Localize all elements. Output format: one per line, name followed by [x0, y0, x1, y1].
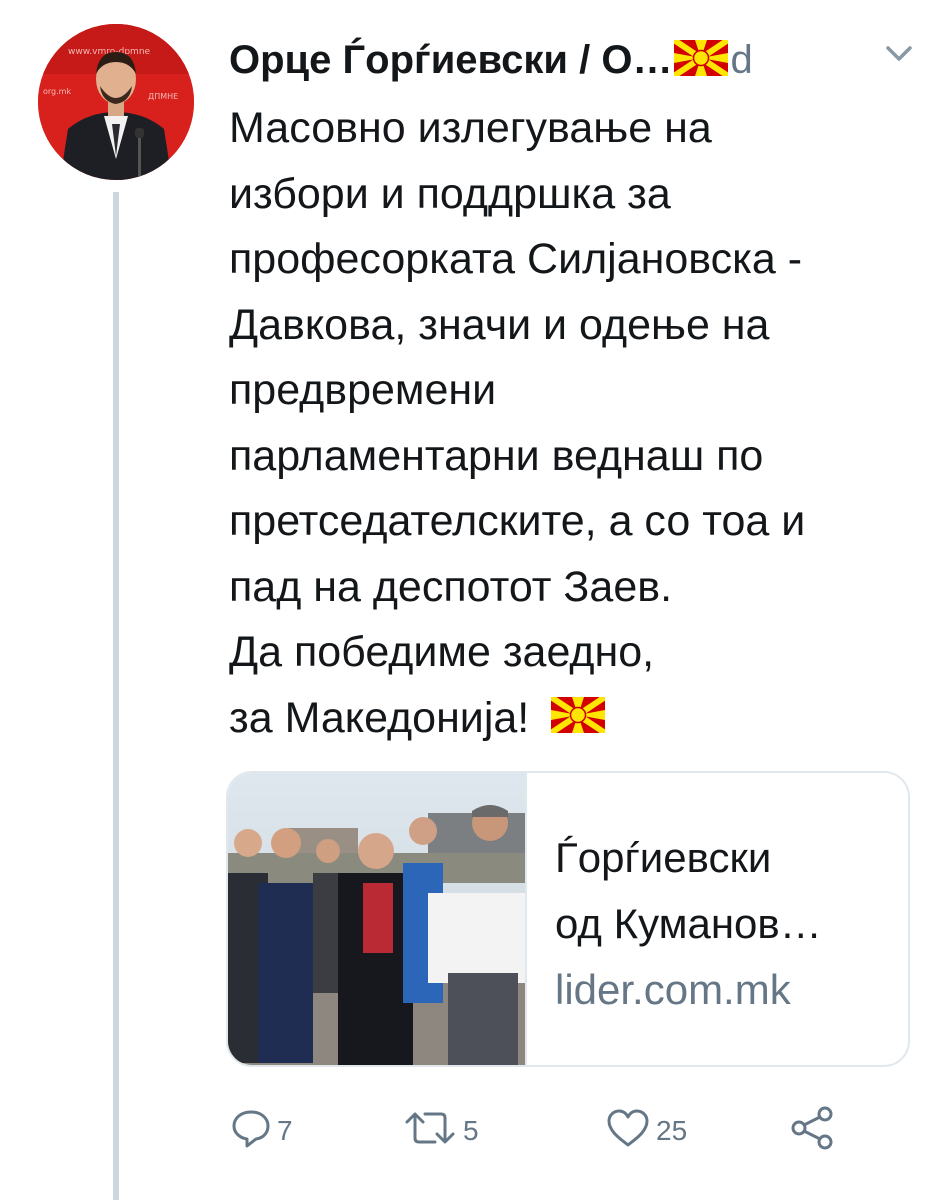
- thread-line: [113, 192, 119, 1200]
- share-icon: [789, 1106, 837, 1155]
- share-button[interactable]: [789, 1106, 837, 1155]
- tweet-line: Давкова, значи и одење на: [229, 300, 770, 349]
- tweet-header: Орце Ѓорѓиевски / О… d: [229, 30, 919, 90]
- chevron-down-icon[interactable]: [879, 34, 919, 74]
- tweet-text: Масовно излегување на избори и поддршка …: [229, 96, 929, 753]
- author-name[interactable]: Орце Ѓорѓиевски / О…: [229, 38, 672, 83]
- like-count: 25: [656, 1114, 688, 1146]
- tweet-line: претседателските, а со тоа и: [229, 497, 806, 545]
- tweet-line: избори и поддршка за: [229, 169, 671, 218]
- tweet-line-last: за Македонија!: [229, 686, 929, 753]
- tweet-line: пад на деспотот Заев.: [229, 562, 673, 611]
- tweet-line: предвремени: [229, 366, 497, 414]
- reply-button[interactable]: 7: [229, 1106, 293, 1155]
- tweet-time[interactable]: d: [730, 38, 752, 83]
- link-card[interactable]: Ѓорѓиевски од Куманов… lider.com.mk: [226, 771, 910, 1067]
- retweet-icon: [401, 1106, 459, 1155]
- svg-text:org.mk: org.mk: [43, 87, 71, 96]
- card-title-line: Ѓорѓиевски: [555, 834, 772, 881]
- svg-text:ДПМНЕ: ДПМНЕ: [148, 92, 178, 101]
- reply-count: 7: [277, 1114, 293, 1146]
- reply-icon: [229, 1106, 273, 1155]
- tweet-actions: 7 5 25: [229, 1098, 879, 1158]
- tweet-line: професорката Силјановска -: [229, 235, 803, 283]
- avatar[interactable]: www.vmro-dpmne org.mk ДПМНЕ: [38, 24, 194, 180]
- avatar-image: www.vmro-dpmne org.mk ДПМНЕ: [38, 24, 194, 180]
- retweet-button[interactable]: 5: [401, 1106, 479, 1155]
- tweet-line: за Македонија!: [229, 693, 530, 742]
- retweet-count: 5: [463, 1114, 479, 1146]
- card-image: [228, 773, 527, 1065]
- card-title-line: од Куманов…: [555, 900, 822, 947]
- card-domain: lider.com.mk: [555, 966, 791, 1013]
- tweet-line: Да победиме заедно,: [229, 628, 655, 676]
- tweet-line: парламентарни веднаш по: [229, 431, 764, 480]
- tweet-line: Масовно излегување на: [229, 104, 712, 152]
- like-button[interactable]: 25: [604, 1106, 687, 1155]
- macedonia-flag-icon: [549, 687, 607, 753]
- heart-icon: [604, 1106, 652, 1155]
- macedonia-flag-icon: [672, 37, 731, 81]
- card-text: Ѓорѓиевски од Куманов… lider.com.mk: [527, 773, 908, 1065]
